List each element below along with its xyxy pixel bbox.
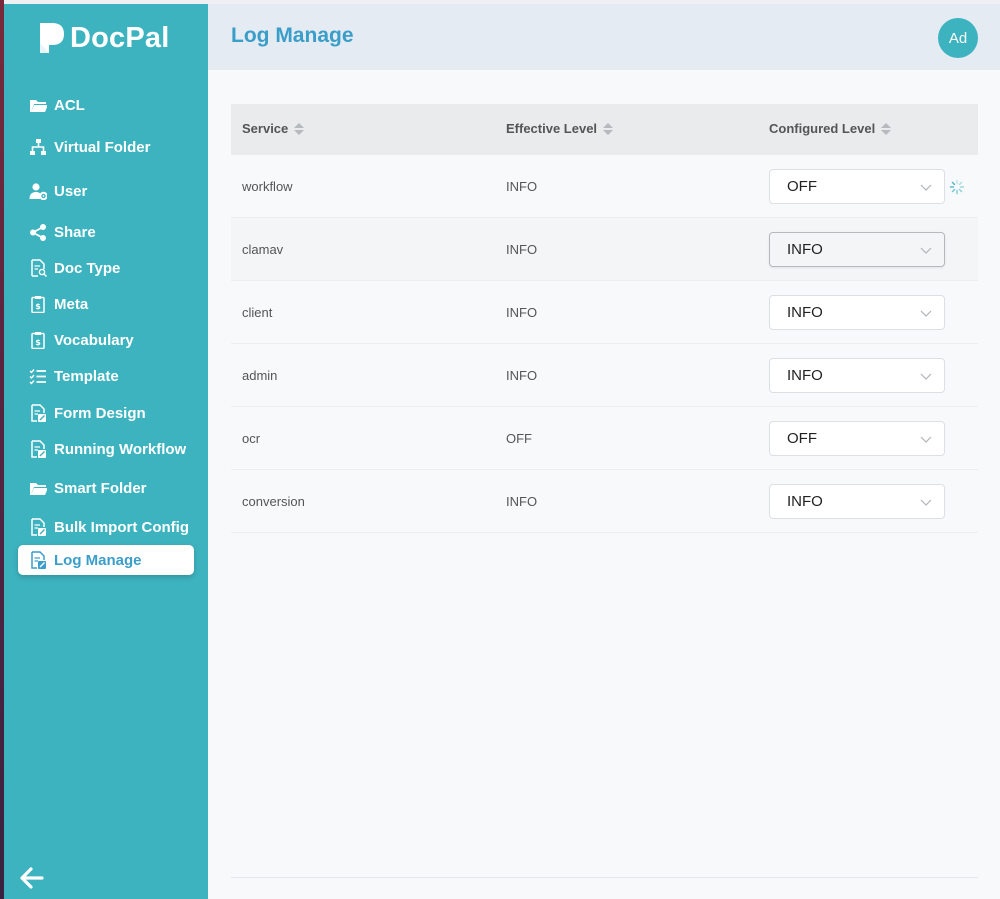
chevron-down-icon — [920, 184, 932, 191]
configured-level-select[interactable]: INFO — [769, 232, 945, 267]
chevron-down-icon — [920, 499, 932, 506]
table-footer-divider — [231, 877, 978, 878]
svg-text:$: $ — [35, 338, 41, 347]
sidebar-item-label: Doc Type — [54, 259, 121, 277]
column-header-effective-level[interactable]: Effective Level — [506, 121, 614, 136]
folder-open-icon — [28, 95, 48, 115]
clipboard-dollar-icon: $ — [28, 294, 48, 314]
configured-level-select[interactable]: INFO — [769, 358, 945, 393]
svg-text:$: $ — [35, 302, 41, 311]
sidebar-item-label: Log Manage — [54, 551, 142, 569]
table-row: client INFO INFO — [231, 281, 978, 344]
user-avatar[interactable]: Ad — [938, 18, 978, 58]
configured-level-select[interactable]: OFF — [769, 421, 945, 456]
configured-level-value: OFF — [787, 430, 817, 447]
chevron-down-icon — [920, 310, 932, 317]
effective-level: INFO — [506, 242, 538, 257]
brand-name: DocPal — [70, 21, 170, 54]
table-body: workflow INFO OFF clamav INFO INFO client INFO I… — [231, 155, 978, 533]
chevron-down-icon — [920, 436, 932, 443]
configured-level-value: INFO — [787, 367, 823, 384]
collapse-arrow-icon[interactable] — [18, 864, 46, 892]
sidebar-item-log-manage[interactable]: Log Manage — [18, 545, 194, 575]
service-name: workflow — [242, 179, 293, 194]
configured-level-value: INFO — [787, 304, 823, 321]
configured-level-select[interactable]: INFO — [769, 484, 945, 519]
sidebar-item-label: Vocabulary — [54, 331, 134, 349]
sidebar-item-bulk-import-config[interactable]: Bulk Import Config — [18, 512, 194, 542]
sidebar-item-label: User — [54, 182, 88, 200]
effective-level: INFO — [506, 305, 538, 320]
sitemap-icon — [28, 137, 48, 157]
document-edit-icon — [28, 517, 48, 537]
sidebar-item-template[interactable]: Template — [18, 361, 194, 391]
table-row: workflow INFO OFF — [231, 155, 978, 218]
sidebar-item-label: Form Design — [54, 404, 146, 422]
configured-level-value: INFO — [787, 241, 823, 258]
table-row: conversion INFO INFO — [231, 470, 978, 533]
page-title: Log Manage — [231, 24, 354, 47]
sidebar-item-running-workflow[interactable]: Running Workflow — [18, 434, 194, 464]
document-edit-icon — [28, 403, 48, 423]
brand-logo[interactable]: DocPal — [38, 18, 170, 58]
sidebar-item-vocabulary[interactable]: $ Vocabulary — [18, 325, 194, 355]
column-header-configured-level[interactable]: Configured Level — [769, 121, 892, 136]
sidebar: DocPal ACL Virtual Folder User Share Doc Typ… — [4, 4, 208, 899]
folder-open-icon — [28, 478, 48, 498]
sidebar-item-virtual-folder[interactable]: Virtual Folder — [18, 132, 194, 162]
table-row: clamav INFO INFO — [231, 218, 978, 281]
sort-icon[interactable] — [294, 122, 305, 135]
service-name: ocr — [242, 431, 261, 446]
sort-icon[interactable] — [881, 122, 892, 135]
clipboard-dollar-icon: $ — [28, 330, 48, 350]
chevron-down-icon — [920, 247, 932, 254]
sidebar-item-acl[interactable]: ACL — [18, 90, 194, 120]
effective-level: INFO — [506, 368, 538, 383]
table-row: ocr OFF OFF — [231, 407, 978, 470]
sidebar-item-label: Bulk Import Config — [54, 518, 189, 536]
sidebar-item-form-design[interactable]: Form Design — [18, 398, 194, 428]
sidebar-item-label: Meta — [54, 295, 89, 313]
effective-level: INFO — [506, 179, 538, 194]
table-header: Service Effective Level Configured Level — [231, 104, 978, 155]
sidebar-item-user[interactable]: User — [18, 176, 194, 206]
service-name: clamav — [242, 242, 284, 257]
sidebar-item-share[interactable]: Share — [18, 217, 194, 247]
service-name: client — [242, 305, 273, 320]
document-search-icon — [28, 258, 48, 278]
share-icon — [28, 222, 48, 242]
configured-level-select[interactable]: OFF — [769, 169, 945, 204]
table-row: admin INFO INFO — [231, 344, 978, 407]
log-level-table: Service Effective Level Configured Level… — [231, 104, 978, 533]
sidebar-item-label: Virtual Folder — [54, 138, 151, 156]
sidebar-item-doc-type[interactable]: Doc Type — [18, 253, 194, 283]
configured-level-select[interactable]: INFO — [769, 295, 945, 330]
effective-level: OFF — [506, 431, 532, 446]
configured-level-value: INFO — [787, 493, 823, 510]
sort-icon[interactable] — [603, 122, 614, 135]
chevron-down-icon — [920, 373, 932, 380]
configured-level-value: OFF — [787, 178, 817, 195]
column-header-service[interactable]: Service — [242, 121, 305, 136]
checklist-icon — [28, 366, 48, 386]
loading-spinner-icon — [949, 179, 965, 195]
document-edit-icon — [28, 550, 48, 570]
service-name: conversion — [242, 494, 305, 509]
service-name: admin — [242, 368, 278, 383]
effective-level: INFO — [506, 494, 538, 509]
page-header: Log Manage Ad — [208, 4, 1000, 70]
sidebar-item-label: Template — [54, 367, 119, 385]
sidebar-item-label: Running Workflow — [54, 440, 187, 458]
sidebar-item-meta[interactable]: $ Meta — [18, 289, 194, 319]
sidebar-item-label: ACL — [54, 96, 85, 114]
user-cog-icon — [28, 181, 48, 201]
sidebar-item-smart-folder[interactable]: Smart Folder — [18, 473, 194, 503]
docpal-logo-icon — [40, 23, 64, 53]
sidebar-item-label: Smart Folder — [54, 479, 147, 497]
sidebar-item-label: Share — [54, 223, 96, 241]
document-edit-icon — [28, 439, 48, 459]
